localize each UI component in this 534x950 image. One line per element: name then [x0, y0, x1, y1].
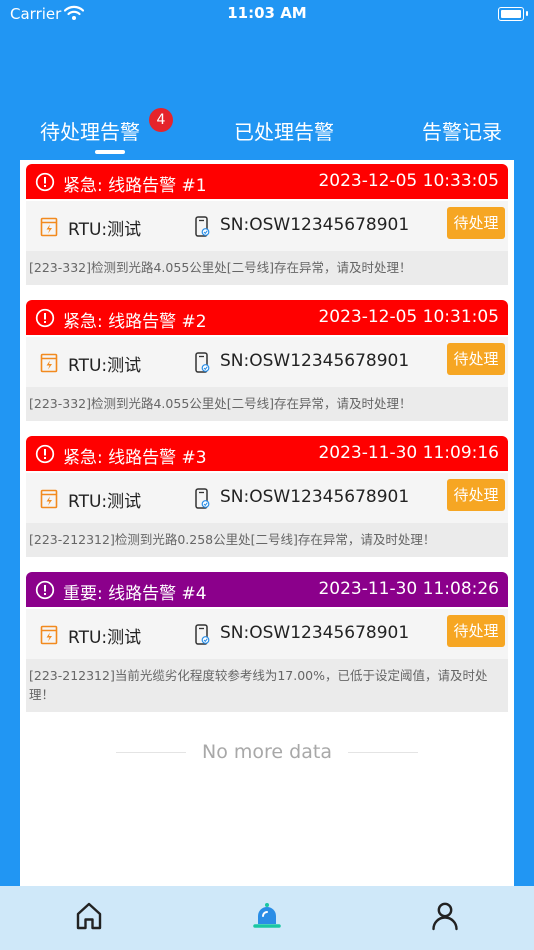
- serial-device-icon: [195, 216, 210, 237]
- rtu-device-icon: [40, 353, 58, 373]
- list-end-indicator: No more data: [0, 732, 534, 772]
- alarm-message: [223-332]检测到光路4.055公里处[二号线]存在异常，请及时处理！: [26, 251, 508, 285]
- alert-info-icon: [35, 172, 55, 192]
- clock: 11:03 AM: [227, 4, 307, 22]
- alarm-card-info: RTU:测试 SN:OSW12345678901 待处理: [26, 609, 508, 659]
- alarm-card-info: RTU:测试 SN:OSW12345678901 待处理: [26, 473, 508, 523]
- alarm-message: [223-332]检测到光路4.055公里处[二号线]存在异常，请及时处理！: [26, 387, 508, 421]
- alarm-card-info: RTU:测试 SN:OSW12345678901 待处理: [26, 201, 508, 251]
- alarm-title: 重要: 线路告警 #4: [63, 584, 207, 604]
- sn-label: SN:OSW12345678901: [220, 487, 410, 507]
- serial-device-icon: [195, 624, 210, 645]
- bottom-tab-bar: [0, 886, 534, 950]
- person-icon: [432, 902, 458, 931]
- battery-icon: [498, 7, 528, 21]
- tabbar-profile[interactable]: [430, 900, 460, 936]
- status-bar: Carrier 11:03 AM: [0, 0, 534, 30]
- alarm-title: 紧急: 线路告警 #3: [63, 448, 207, 468]
- alarm-time: 2023-12-05 10:31:05: [318, 307, 499, 327]
- bell-icon: [253, 903, 281, 928]
- rtu-device-icon: [40, 625, 58, 645]
- rtu-label: RTU:测试: [68, 220, 142, 240]
- home-icon: [76, 902, 102, 930]
- pending-status-button[interactable]: 待处理: [447, 343, 505, 375]
- tab-alarm-history[interactable]: 告警记录: [422, 116, 502, 145]
- alarm-tabs: 待处理告警 4 已处理告警 告警记录: [0, 108, 534, 158]
- pending-status-button[interactable]: 待处理: [447, 207, 505, 239]
- rtu-device-icon: [40, 489, 58, 509]
- tabbar-home[interactable]: [74, 900, 104, 936]
- alarm-card-header: 紧急: 线路告警 #1 2023-12-05 10:33:05: [26, 164, 508, 199]
- rtu-device-icon: [40, 217, 58, 237]
- divider-right: [348, 752, 418, 753]
- rtu-label: RTU:测试: [68, 356, 142, 376]
- alarm-title: 紧急: 线路告警 #1: [63, 176, 207, 196]
- alarm-list[interactable]: 紧急: 线路告警 #1 2023-12-05 10:33:05 RTU:测试 S…: [20, 160, 514, 886]
- sn-label: SN:OSW12345678901: [220, 623, 410, 643]
- no-more-data-label: No more data: [202, 741, 332, 763]
- alarm-card-info: RTU:测试 SN:OSW12345678901 待处理: [26, 337, 508, 387]
- alarm-card-header: 紧急: 线路告警 #3 2023-11-30 11:09:16: [26, 436, 508, 471]
- alert-info-icon: [35, 444, 55, 464]
- rtu-label: RTU:测试: [68, 492, 142, 512]
- alarm-time: 2023-11-30 11:09:16: [318, 443, 499, 463]
- tab-processed-alarms[interactable]: 已处理告警: [234, 116, 334, 145]
- alarm-time: 2023-11-30 11:08:26: [318, 579, 499, 599]
- alert-info-icon: [35, 580, 55, 600]
- alarm-title: 紧急: 线路告警 #2: [63, 312, 207, 332]
- sn-label: SN:OSW12345678901: [220, 215, 410, 235]
- alarm-card-header: 重要: 线路告警 #4 2023-11-30 11:08:26: [26, 572, 508, 607]
- sn-label: SN:OSW12345678901: [220, 351, 410, 371]
- serial-device-icon: [195, 488, 210, 509]
- alarm-time: 2023-12-05 10:33:05: [318, 171, 499, 191]
- alarm-card-header: 紧急: 线路告警 #2 2023-12-05 10:31:05: [26, 300, 508, 335]
- serial-device-icon: [195, 352, 210, 373]
- pending-status-button[interactable]: 待处理: [447, 615, 505, 647]
- alarm-message: [223-212312]当前光缆劣化程度较参考线为17.00%，已低于设定阈值，…: [26, 659, 508, 712]
- tab-indicator: [95, 150, 125, 154]
- pending-count-badge: 4: [149, 108, 173, 132]
- tabbar-alarms[interactable]: [252, 900, 282, 936]
- alarm-message: [223-212312]检测到光路0.258公里处[二号线]存在异常，请及时处理…: [26, 523, 508, 557]
- rtu-label: RTU:测试: [68, 628, 142, 648]
- tab-pending-alarms[interactable]: 待处理告警: [40, 116, 140, 145]
- pending-status-button[interactable]: 待处理: [447, 479, 505, 511]
- alert-info-icon: [35, 308, 55, 328]
